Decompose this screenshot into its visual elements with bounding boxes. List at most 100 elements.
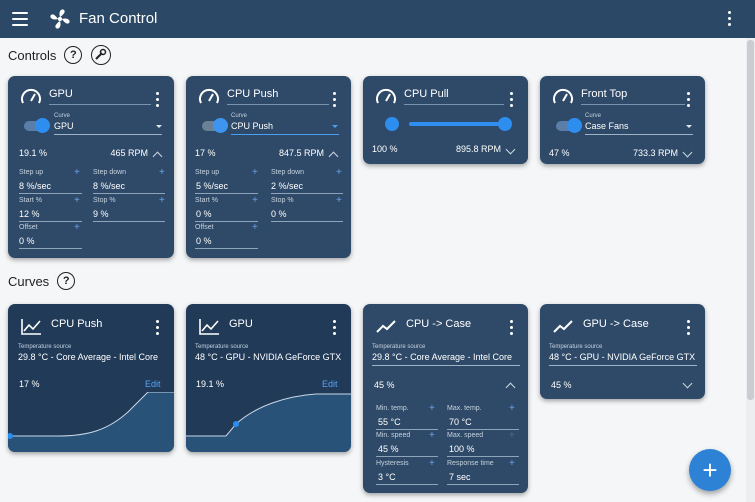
source-underline — [372, 365, 520, 366]
slider-start-knob[interactable] — [385, 117, 399, 131]
increment-icon[interactable]: + — [429, 459, 435, 469]
increment-icon[interactable]: + — [74, 223, 80, 233]
more-options-icon[interactable] — [510, 92, 513, 110]
more-options-icon[interactable] — [510, 320, 513, 338]
increment-icon[interactable]: + — [336, 168, 342, 178]
increment-icon[interactable]: + — [509, 459, 515, 469]
field-value[interactable]: 0 % — [271, 209, 287, 219]
field-value[interactable]: 8 %/sec — [93, 181, 125, 191]
field-value[interactable]: 2 %/sec — [271, 181, 303, 191]
field-label: Offset — [19, 224, 38, 231]
increment-icon[interactable]: + — [429, 431, 435, 441]
curve-graph[interactable] — [186, 392, 351, 452]
more-options-icon[interactable] — [156, 320, 159, 338]
temperature-source-value[interactable]: 48 °C - GPU - NVIDIA GeForce GTX — [195, 352, 343, 362]
speed-slider-knob[interactable] — [498, 117, 512, 131]
increment-icon[interactable]: + — [509, 404, 515, 414]
curve-percent: 19.1 % — [196, 379, 225, 389]
scrollbar[interactable] — [746, 38, 755, 502]
field-value[interactable]: 9 % — [93, 209, 109, 219]
curve-select-label: Curve — [54, 113, 71, 119]
increment-icon[interactable]: + — [74, 168, 80, 178]
field-underline — [93, 193, 165, 194]
source-underline — [549, 365, 697, 366]
collapse-chevron-icon[interactable] — [505, 382, 516, 393]
increment-icon[interactable]: + — [509, 431, 515, 441]
app-bar: Fan Control — [0, 0, 755, 38]
name-underline — [404, 104, 504, 105]
increment-icon[interactable]: + — [429, 404, 435, 414]
field-value[interactable]: 5 %/sec — [196, 181, 228, 191]
field-value[interactable]: 70 °C — [449, 417, 472, 427]
field-value[interactable]: 3 °C — [378, 472, 396, 482]
enable-toggle[interactable] — [556, 118, 582, 133]
app-title: Fan Control — [79, 10, 158, 27]
hamburger-menu-icon[interactable] — [12, 12, 28, 26]
expand-chevron-icon[interactable] — [682, 147, 693, 158]
more-options-icon[interactable] — [156, 92, 159, 110]
increment-icon[interactable]: + — [74, 196, 80, 206]
controls-heading: Controls ? — [8, 45, 112, 65]
dropdown-arrow-icon[interactable] — [686, 125, 692, 128]
more-options-icon[interactable] — [333, 92, 336, 110]
add-button[interactable]: + — [689, 449, 731, 491]
field-value[interactable]: 45 % — [378, 444, 399, 454]
increment-icon[interactable]: + — [252, 223, 258, 233]
name-underline — [581, 104, 685, 105]
dropdown-arrow-icon[interactable] — [332, 125, 338, 128]
enable-toggle[interactable] — [24, 118, 50, 133]
field-value[interactable]: 12 % — [19, 209, 40, 219]
edit-link[interactable]: Edit — [322, 379, 338, 389]
field-value[interactable]: 0 % — [196, 209, 212, 219]
field-value[interactable]: 55 °C — [378, 417, 401, 427]
increment-icon[interactable]: + — [159, 196, 165, 206]
gauge-icon — [199, 88, 219, 104]
field-value[interactable]: 8 %/sec — [19, 181, 51, 191]
enable-toggle[interactable] — [202, 118, 228, 133]
scrollbar-thumb[interactable] — [747, 40, 754, 400]
collapse-chevron-icon[interactable] — [328, 151, 339, 162]
temperature-source-label: Temperature source — [549, 344, 603, 350]
curve-select-underline — [54, 134, 162, 135]
field-value[interactable]: 0 % — [19, 236, 35, 246]
control-percent: 17 % — [195, 148, 216, 158]
temperature-source-value[interactable]: 48 °C - GPU - NVIDIA GeForce GTX — [549, 352, 697, 362]
curve-select-value[interactable]: Case Fans — [585, 121, 629, 131]
curve-select-value[interactable]: GPU — [54, 121, 74, 131]
wrench-icon[interactable] — [91, 45, 112, 65]
more-options-icon[interactable] — [687, 92, 690, 110]
speed-slider-track[interactable] — [409, 122, 505, 126]
edit-link[interactable]: Edit — [145, 379, 161, 389]
field-label: Response time — [447, 460, 494, 467]
curves-help-icon[interactable]: ? — [57, 272, 76, 290]
gauge-icon — [553, 88, 573, 104]
increment-icon[interactable]: + — [159, 168, 165, 178]
controls-help-icon[interactable]: ? — [64, 46, 83, 64]
controls-title: Controls — [8, 47, 57, 63]
increment-icon[interactable]: + — [252, 196, 258, 206]
curve-graph[interactable] — [8, 392, 174, 452]
more-options-icon[interactable] — [687, 320, 690, 338]
temperature-source-value[interactable]: 29.8 °C - Core Average - Intel Core — [372, 352, 520, 362]
expand-chevron-icon[interactable] — [682, 378, 693, 389]
field-value[interactable]: 0 % — [196, 236, 212, 246]
curve-select-underline — [231, 134, 339, 135]
more-options-icon[interactable] — [333, 320, 336, 338]
temperature-source-value[interactable]: 29.8 °C - Core Average - Intel Core — [18, 352, 168, 362]
field-value[interactable]: 100 % — [449, 444, 475, 454]
field-label: Step down — [93, 169, 127, 176]
app-more-options-icon[interactable] — [728, 11, 732, 27]
increment-icon[interactable]: + — [336, 196, 342, 206]
control-name: GPU — [49, 88, 73, 100]
collapse-chevron-icon[interactable] — [152, 151, 163, 162]
field-label: Min. speed — [376, 432, 411, 439]
field-underline — [195, 248, 258, 249]
control-percent: 19.1 % — [19, 148, 48, 158]
curve-select-value[interactable]: CPU Push — [231, 121, 273, 131]
curve-point — [233, 421, 239, 427]
dropdown-arrow-icon[interactable] — [156, 125, 162, 128]
expand-chevron-icon[interactable] — [505, 144, 516, 155]
increment-icon[interactable]: + — [252, 168, 258, 178]
field-value[interactable]: 7 sec — [449, 472, 471, 482]
control-name: Front Top — [581, 88, 628, 100]
